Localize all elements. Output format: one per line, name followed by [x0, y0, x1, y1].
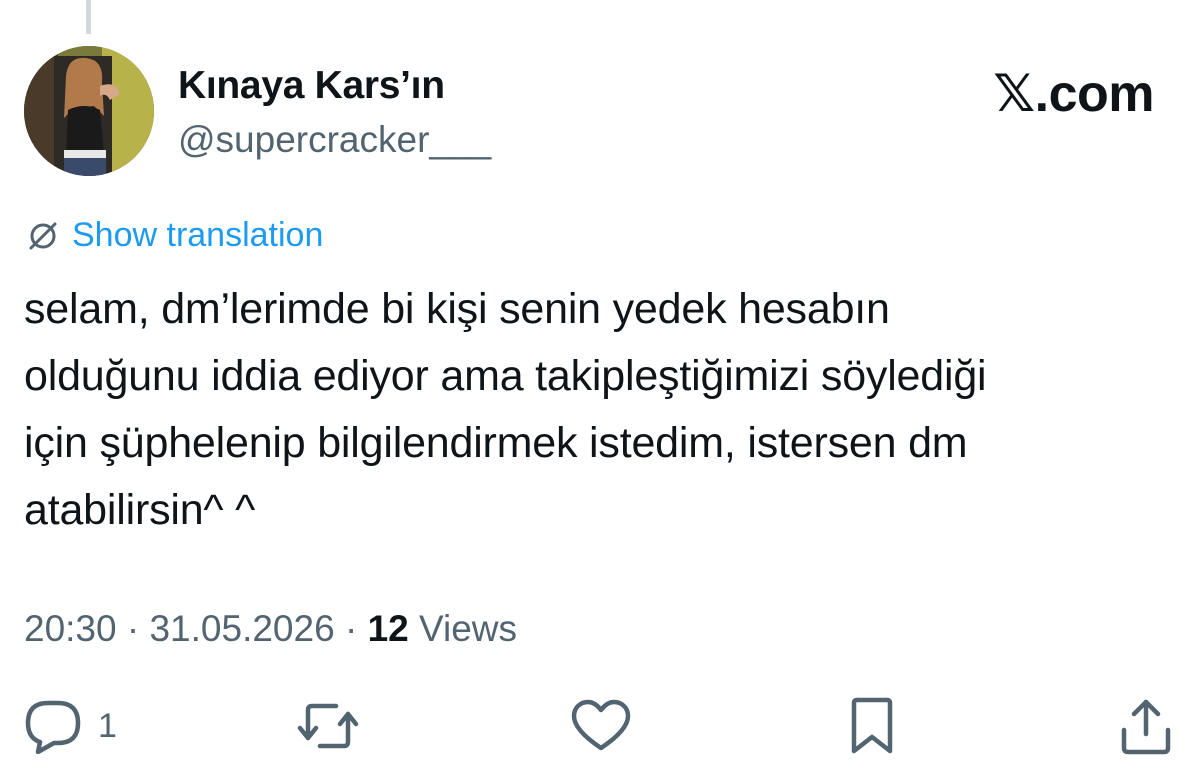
share-icon [1118, 696, 1174, 756]
tweet-text: selam, dm’lerimde bi kişi senin yedek he… [24, 276, 1174, 544]
tweet-time[interactable]: 20:30 [24, 608, 117, 649]
avatar-photo [24, 46, 154, 176]
views-count[interactable]: 12 [368, 608, 409, 649]
tweet-text-line: olduğunu iddia ediyor ama takipleştiğimi… [24, 352, 987, 400]
share-button[interactable] [1118, 690, 1174, 762]
tweet-text-line: atabilirsin^ ^ [24, 486, 256, 534]
like-button[interactable] [570, 690, 632, 762]
thread-connector-line [86, 0, 91, 34]
show-translation-link[interactable]: Show translation [26, 216, 323, 255]
repost-button[interactable] [296, 690, 360, 762]
tweet-text-line: için şüphelenip bilgilendirmek istedim, … [24, 419, 968, 467]
tweet-screenshot: Kınaya Kars’ın @supercracker___ 𝕏.com Sh… [0, 0, 1200, 784]
tweet-text-line: selam, dm’lerimde bi kişi senin yedek he… [24, 285, 890, 333]
heart-icon [570, 698, 632, 754]
meta-separator: · [334, 608, 368, 649]
bookmark-icon [846, 697, 898, 755]
show-translation-label: Show translation [72, 216, 324, 254]
reply-button[interactable]: 1 [24, 690, 117, 762]
tweet-date[interactable]: 31.05.2026 [149, 608, 334, 649]
tweet-meta: 20:30 · 31.05.2026 · 12 Views [24, 608, 517, 650]
meta-separator: · [116, 608, 150, 649]
author-display-name[interactable]: Kınaya Kars’ın [178, 64, 445, 108]
repost-icon [296, 698, 360, 754]
action-bar: 1 [0, 690, 1200, 770]
bookmark-button[interactable] [846, 690, 898, 762]
author-handle[interactable]: @supercracker___ [178, 119, 491, 161]
reply-icon [24, 698, 84, 754]
brand-watermark: 𝕏.com [993, 65, 1154, 123]
globe-slash-icon [26, 219, 60, 253]
views-label[interactable]: Views [419, 608, 517, 649]
avatar[interactable] [24, 46, 154, 176]
reply-count: 1 [98, 706, 117, 745]
